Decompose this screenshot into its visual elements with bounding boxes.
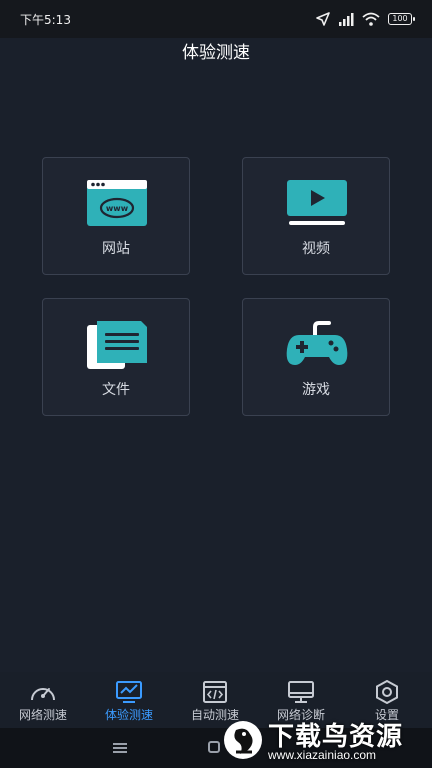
tile-file[interactable]: 文件 <box>42 298 190 416</box>
menu-icon[interactable] <box>113 742 127 754</box>
watermark: 下载鸟资源 www.xiazainiao.com <box>222 712 428 768</box>
speedometer-icon <box>31 688 55 701</box>
video-play-icon <box>287 180 347 225</box>
status-bar: 下午5:13 100 <box>0 0 432 38</box>
hexagon-settings-icon <box>376 680 398 704</box>
signal-icon <box>339 13 354 26</box>
tile-website-label: 网站 <box>102 241 130 257</box>
nav-label-experience-speed: 体验测速 <box>104 708 153 722</box>
wifi-icon <box>362 12 380 26</box>
watermark-url: www.xiazainiao.com <box>268 748 377 762</box>
tile-video[interactable]: 视频 <box>242 157 390 275</box>
file-icon <box>87 321 147 369</box>
status-icons: 100 <box>316 10 415 28</box>
status-time: 下午5:13 <box>20 13 71 27</box>
tile-video-label: 视频 <box>302 241 330 257</box>
bird-logo-icon <box>224 721 262 759</box>
location-icon <box>316 12 330 26</box>
nav-item-experience-speed[interactable]: 体验测速 <box>86 672 172 728</box>
monitor-icon <box>288 681 314 703</box>
svg-text:www: www <box>106 204 129 213</box>
chart-monitor-icon <box>116 681 142 703</box>
tile-file-label: 文件 <box>102 382 130 398</box>
home-icon[interactable] <box>208 741 220 753</box>
gamepad-icon <box>286 321 348 365</box>
battery-icon: 100 <box>388 13 415 25</box>
code-window-icon <box>203 681 227 703</box>
nav-label-network-speed: 网络测速 <box>18 708 67 722</box>
tile-website[interactable]: www 网站 <box>42 157 190 275</box>
tile-game[interactable]: 游戏 <box>242 298 390 416</box>
nav-item-network-speed[interactable]: 网络测速 <box>0 672 86 728</box>
page-title: 体验测速 <box>182 43 250 63</box>
website-www-icon: www <box>87 180 147 226</box>
tile-game-label: 游戏 <box>302 382 330 398</box>
